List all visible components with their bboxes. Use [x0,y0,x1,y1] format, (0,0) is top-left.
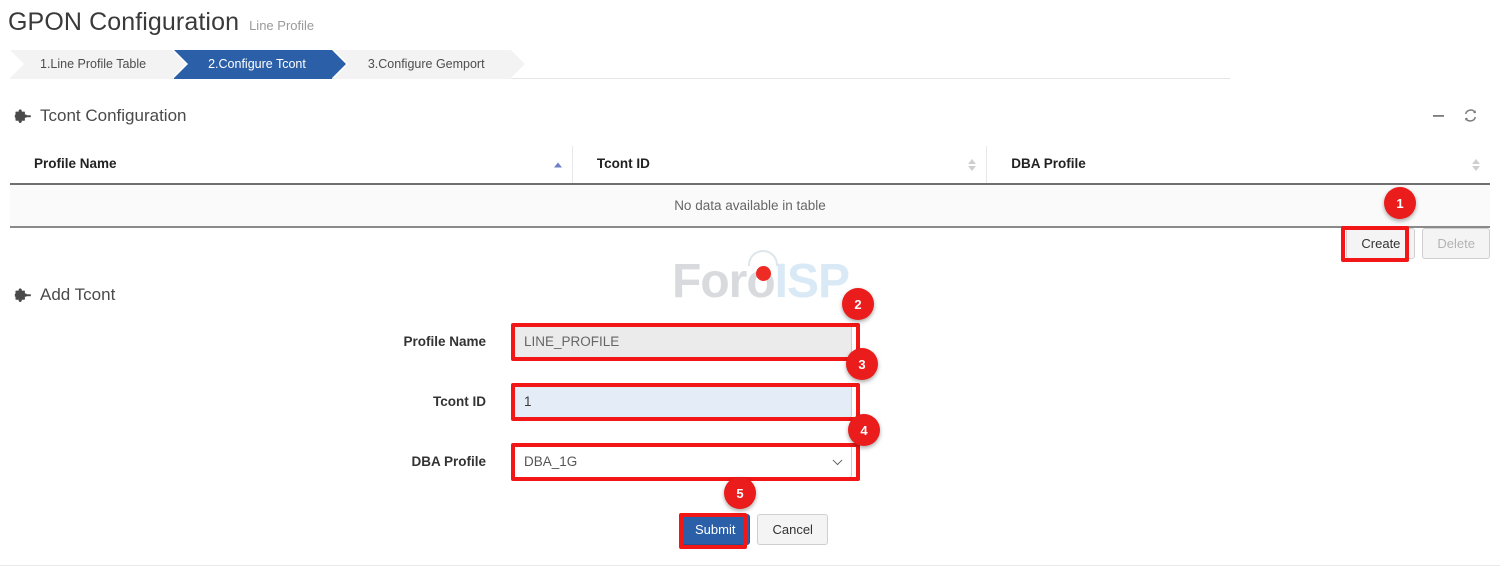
puzzle-icon [14,288,31,303]
annotation-badge-3: 3 [846,348,878,380]
wizard-step-label: 1.Line Profile Table [40,57,146,71]
watermark-text-left: Foro [672,255,775,308]
cancel-button[interactable]: Cancel [757,514,827,545]
column-header-profile-name[interactable]: Profile Name [10,146,572,184]
column-label: Tcont ID [597,156,650,171]
table-empty-message: No data available in table [10,184,1490,227]
tcont-id-field[interactable] [512,384,852,418]
form-action-buttons: Submit Cancel [680,514,828,545]
page-header: GPON Configuration Line Profile [8,8,314,37]
form-row-tcont-id: Tcont ID [372,384,852,418]
foroisp-watermark: ForoISP [672,258,849,306]
annotation-badge-1: 1 [1384,187,1416,219]
watermark-text-right: ISP [775,255,849,308]
page-subtitle: Line Profile [249,18,314,33]
minimize-icon[interactable] [1432,109,1445,122]
form-row-dba-profile: DBA Profile DBA_1G [372,444,852,478]
annotation-badge-4: 4 [848,414,880,446]
panel-title: Tcont Configuration [40,106,186,126]
tcont-id-label: Tcont ID [372,394,512,409]
wizard-steps: 1.Line Profile Table 2.Configure Tcont 3… [10,50,1230,79]
delete-button: Delete [1422,228,1490,259]
profile-name-field[interactable] [512,324,852,358]
sort-none-icon [968,159,976,171]
panel-title: Add Tcont [40,285,115,305]
sort-ascending-icon [554,162,562,167]
wizard-step-configure-gemport[interactable]: 3.Configure Gemport [334,50,511,79]
add-tcont-header: Add Tcont [14,285,115,305]
annotation-badge-5: 5 [724,477,756,509]
profile-name-label: Profile Name [372,334,512,349]
table-empty-row: No data available in table [10,184,1490,227]
panel-tools [1432,108,1478,123]
table-action-buttons: Create Delete [10,228,1490,259]
wizard-step-line-profile-table[interactable]: 1.Line Profile Table [10,50,172,79]
watermark-dot-icon [756,266,771,281]
dba-profile-select[interactable]: DBA_1G [512,444,852,478]
page-bottom-divider [0,565,1500,566]
page-title: GPON Configuration [8,8,239,37]
create-button[interactable]: Create [1346,228,1415,259]
tcont-table-wrapper: Profile Name Tcont ID DBA Profile No dat [10,146,1490,228]
wizard-step-label: 3.Configure Gemport [368,57,485,71]
tcont-configuration-header: Tcont Configuration [14,106,186,126]
column-label: DBA Profile [1011,156,1086,171]
sort-none-icon [1472,159,1480,171]
puzzle-icon [14,109,31,124]
table-header-row: Profile Name Tcont ID DBA Profile [10,146,1490,184]
dba-profile-select-wrap: DBA_1G [512,444,852,478]
annotation-badge-2: 2 [842,288,874,320]
gpon-configuration-page: GPON Configuration Line Profile 1.Line P… [0,0,1500,574]
column-label: Profile Name [34,156,117,171]
tcont-table: Profile Name Tcont ID DBA Profile No dat [10,146,1490,228]
refresh-icon[interactable] [1463,108,1478,123]
dba-profile-label: DBA Profile [372,454,512,469]
column-header-dba-profile[interactable]: DBA Profile [987,146,1490,184]
form-row-profile-name: Profile Name [372,324,852,358]
wizard-step-label: 2.Configure Tcont [208,57,306,71]
submit-button[interactable]: Submit [680,514,750,545]
wizard-step-configure-tcont[interactable]: 2.Configure Tcont [174,50,332,79]
column-header-tcont-id[interactable]: Tcont ID [572,146,986,184]
